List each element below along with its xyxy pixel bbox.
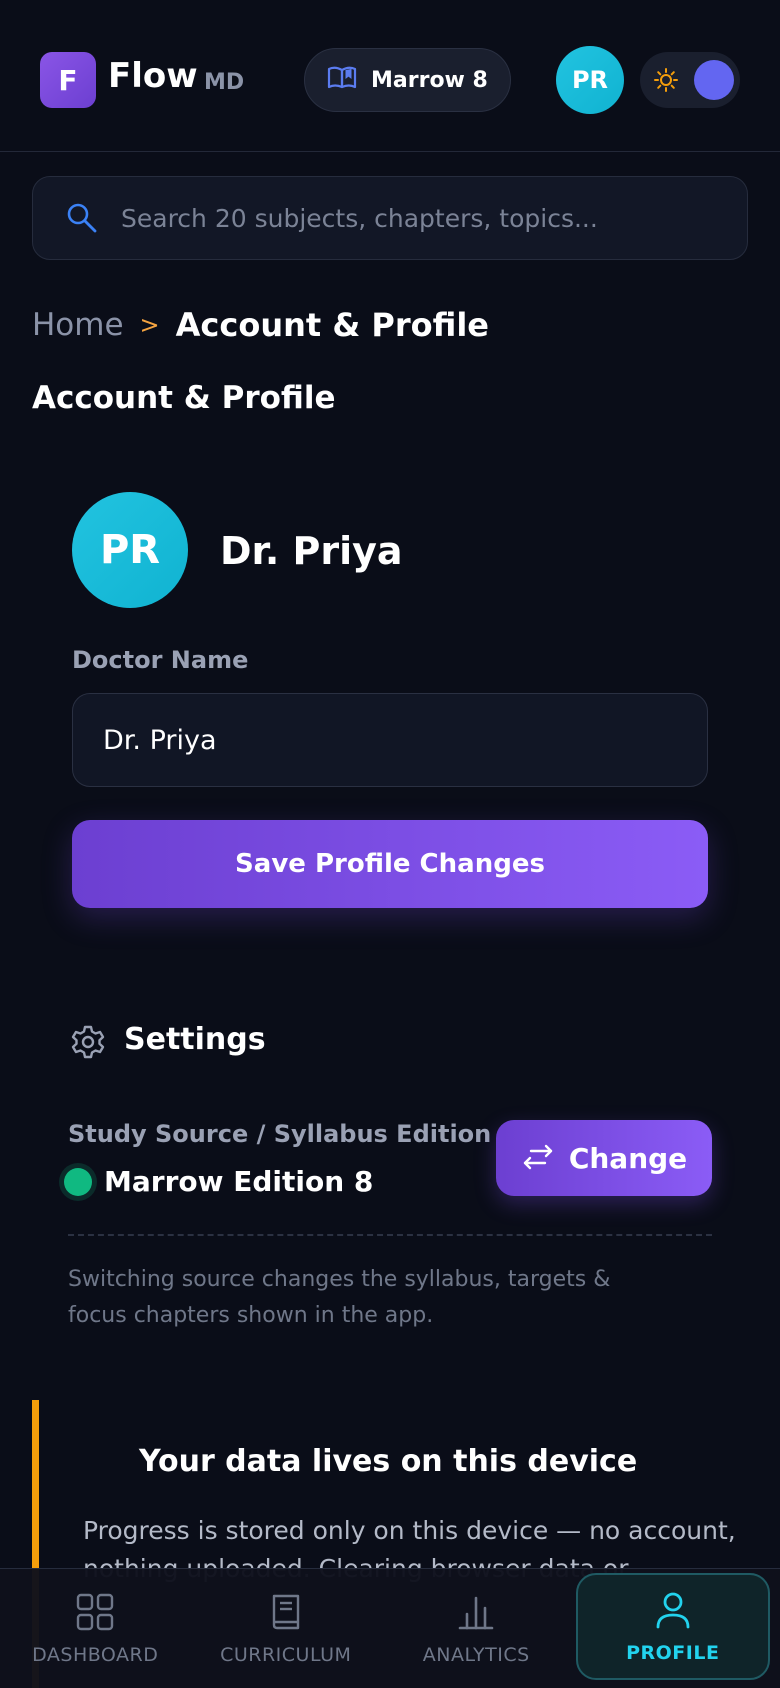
search-bar — [32, 176, 748, 260]
breadcrumb-current: Account & Profile — [175, 306, 489, 344]
book-icon — [266, 1592, 306, 1636]
header-avatar[interactable]: PR — [556, 46, 624, 114]
page-title: Account & Profile — [32, 380, 336, 416]
theme-toggle[interactable] — [640, 52, 740, 108]
profile-avatar-initials: PR — [99, 527, 161, 573]
nav-curriculum[interactable]: CURRICULUM — [191, 1569, 382, 1688]
bottom-navigation: DASHBOARD CURRICULUM ANALYTICS PROFILE — [0, 1568, 780, 1688]
study-source-label: Study Source / Syllabus Edition — [68, 1120, 492, 1148]
logo-letter: F — [58, 63, 78, 97]
nav-analytics[interactable]: ANALYTICS — [381, 1569, 572, 1688]
change-source-button[interactable]: Change — [496, 1120, 712, 1196]
nav-analytics-label: ANALYTICS — [422, 1643, 530, 1666]
app-logo[interactable]: F — [40, 52, 96, 108]
doctor-name-input[interactable] — [72, 693, 708, 787]
breadcrumb-home-link[interactable]: Home — [32, 307, 124, 343]
bar-chart-icon — [456, 1592, 496, 1636]
nav-profile[interactable]: PROFILE — [575, 1573, 770, 1680]
app-name: Flow — [108, 56, 198, 96]
settings-title: Settings — [124, 1022, 266, 1057]
nav-dashboard-label: DASHBOARD — [32, 1643, 159, 1666]
source-pill-label: Marrow 8 — [371, 67, 488, 93]
settings-divider — [68, 1234, 712, 1236]
source-pill-button[interactable]: Marrow 8 — [304, 48, 511, 112]
avatar-initials: PR — [571, 66, 609, 94]
open-book-icon — [327, 65, 357, 95]
source-switch-note: Switching source changes the syllabus, t… — [68, 1267, 611, 1328]
nav-dashboard[interactable]: DASHBOARD — [0, 1569, 191, 1688]
nav-curriculum-label: CURRICULUM — [220, 1643, 352, 1666]
breadcrumb: Home > Account & Profile — [32, 306, 489, 344]
save-profile-button[interactable]: Save Profile Changes — [72, 820, 708, 908]
nav-profile-label: PROFILE — [626, 1641, 720, 1664]
gear-icon — [70, 1024, 106, 1064]
source-status-dot — [64, 1168, 92, 1196]
change-button-label: Change — [568, 1141, 688, 1175]
swap-arrows-icon — [521, 1143, 555, 1174]
breadcrumb-separator: > — [139, 311, 160, 339]
sun-icon — [654, 68, 678, 96]
study-source-value: Marrow Edition 8 — [104, 1165, 374, 1198]
app-name-suffix: MD — [204, 70, 245, 95]
toggle-knob — [694, 60, 734, 100]
app-header: F Flow MD Marrow 8 PR — [0, 0, 780, 152]
search-input[interactable] — [121, 177, 721, 259]
profile-avatar: PR — [72, 492, 188, 608]
data-notice-title: Your data lives on this device — [139, 1444, 638, 1479]
search-icon — [65, 201, 99, 239]
grid-icon — [75, 1592, 115, 1636]
profile-display-name: Dr. Priya — [220, 529, 403, 573]
doctor-name-label: Doctor Name — [72, 646, 249, 674]
user-icon — [653, 1590, 693, 1634]
